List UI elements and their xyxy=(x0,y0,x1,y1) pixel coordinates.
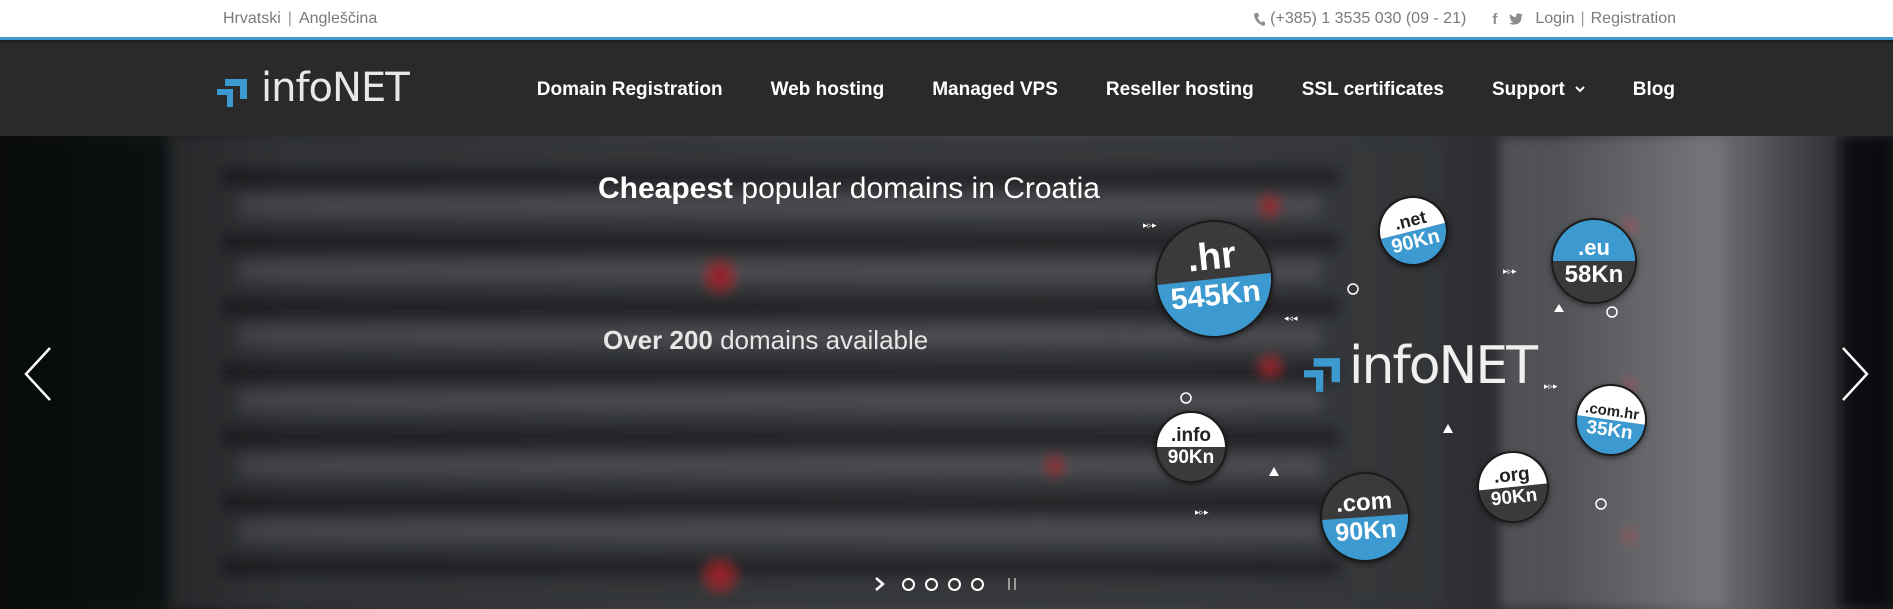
site-logo[interactable]: infoNET xyxy=(217,65,410,113)
hero-slider: Cheapest popular domains in Croatia Over… xyxy=(0,136,1893,609)
nav-label: Managed VPS xyxy=(932,78,1058,100)
slider-pagination xyxy=(874,576,1018,592)
lang-croatian-link[interactable]: Hrvatski xyxy=(223,10,281,27)
lang-english-link[interactable]: Angleščina xyxy=(299,10,377,27)
nav-label: Reseller hosting xyxy=(1105,78,1254,100)
nav-managed-vps[interactable]: Managed VPS xyxy=(908,79,1082,101)
language-switcher: Hrvatski | Angleščina xyxy=(223,10,377,28)
nav-blog[interactable]: Blog xyxy=(1609,79,1675,101)
primary-nav: Domain Registration Web hosting Managed … xyxy=(513,43,1675,136)
registration-link[interactable]: Registration xyxy=(1591,10,1676,28)
decorative-shapes: ▸▹▸ ◂◃◂ ▸▹▸ ▸▹▸ ▸▹▸ xyxy=(1143,221,1618,518)
slider-next-arrow[interactable] xyxy=(1837,344,1873,404)
slider-dot-4[interactable] xyxy=(971,577,984,591)
svg-text:▸▹▸: ▸▹▸ xyxy=(1143,221,1157,231)
nav-ssl-certificates[interactable]: SSL certificates xyxy=(1278,79,1468,101)
slider-dot-1[interactable] xyxy=(902,577,915,591)
svg-text:▸▹▸: ▸▹▸ xyxy=(1195,508,1209,518)
main-navbar: infoNET Domain Registration Web hosting … xyxy=(0,43,1893,136)
nav-web-hosting[interactable]: Web hosting xyxy=(747,79,909,101)
nav-reseller-hosting[interactable]: Reseller hosting xyxy=(1082,79,1278,101)
phone-icon xyxy=(1254,12,1266,26)
svg-text:◂◃◂: ◂◃◂ xyxy=(1284,314,1298,324)
topbar-right: (+385) 1 3535 030 (09 - 21) f Login | Re… xyxy=(1254,10,1676,28)
twitter-icon[interactable] xyxy=(1509,13,1524,25)
nav-label: Domain Registration xyxy=(536,78,723,100)
svg-text:▸▹▸: ▸▹▸ xyxy=(1544,382,1558,392)
logo-mark-icon xyxy=(217,79,247,107)
social-links: f xyxy=(1492,11,1524,28)
nav-label: SSL certificates xyxy=(1301,78,1444,100)
slider-dot-2[interactable] xyxy=(925,577,938,591)
chevron-down-icon xyxy=(1575,86,1585,93)
nav-domain-registration[interactable]: Domain Registration xyxy=(513,79,747,101)
slider-play-icon[interactable] xyxy=(874,576,886,592)
auth-separator: | xyxy=(1580,10,1585,27)
slider-dot-3[interactable] xyxy=(948,577,961,591)
slider-pause-icon[interactable] xyxy=(1006,576,1018,592)
svg-text:▸▹▸: ▸▹▸ xyxy=(1503,267,1517,277)
nav-label: Web hosting xyxy=(770,78,885,100)
logo-wordmark: infoNET xyxy=(261,65,410,111)
nav-support[interactable]: Support xyxy=(1468,79,1609,101)
phone-number: (+385) 1 3535 030 (09 - 21) xyxy=(1270,10,1467,27)
top-utility-bar: Hrvatski | Angleščina (+385) 1 3535 030 (0… xyxy=(0,0,1893,40)
facebook-icon[interactable]: f xyxy=(1492,11,1497,28)
slider-prev-arrow[interactable] xyxy=(20,344,56,404)
login-link[interactable]: Login xyxy=(1535,10,1574,28)
nav-label: Blog xyxy=(1632,78,1675,100)
lang-separator: | xyxy=(287,10,292,27)
nav-label: Support xyxy=(1491,78,1565,100)
